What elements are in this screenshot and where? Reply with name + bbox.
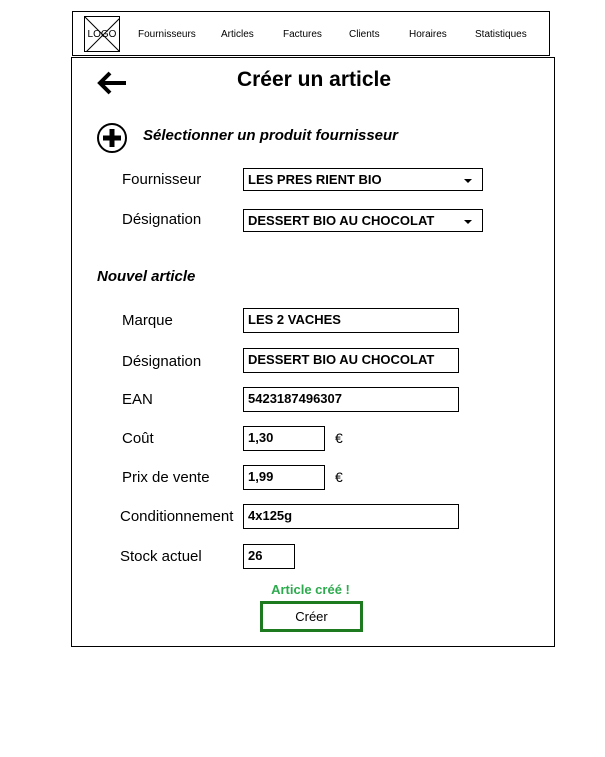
nav-item-fournisseurs[interactable]: Fournisseurs: [138, 29, 196, 40]
create-button[interactable]: Créer: [260, 601, 363, 632]
stock-actuel-label: Stock actuel: [120, 548, 202, 565]
conditionnement-input[interactable]: 4x125g: [243, 504, 459, 529]
marque-label: Marque: [122, 312, 173, 329]
prix-currency: €: [335, 469, 343, 485]
marque-input[interactable]: LES 2 VACHES: [243, 308, 459, 333]
chevron-down-icon: [464, 220, 472, 224]
logo-text: LOGO: [87, 29, 117, 40]
supplier-section-title: Sélectionner un produit fournisseur: [143, 127, 399, 144]
fournisseur-select[interactable]: LES PRES RIENT BIO: [243, 168, 483, 191]
prix-de-vente-input[interactable]: 1,99: [243, 465, 325, 490]
stock-actuel-input[interactable]: 26: [243, 544, 295, 569]
success-message: Article créé !: [271, 582, 350, 597]
designation-input[interactable]: DESSERT BIO AU CHOCOLAT: [243, 348, 459, 373]
create-article-panel: Créer un article Sélectionner un produit…: [71, 57, 555, 647]
add-circle-icon[interactable]: [96, 122, 128, 154]
page-title: Créer un article: [236, 68, 392, 91]
nav-item-horaires[interactable]: Horaires: [409, 29, 447, 40]
supplier-designation-label: Désignation: [122, 211, 202, 228]
supplier-designation-select[interactable]: DESSERT BIO AU CHOCOLAT: [243, 209, 483, 232]
nav-item-clients[interactable]: Clients: [349, 29, 380, 40]
cout-input[interactable]: 1,30: [243, 426, 325, 451]
nav-item-articles[interactable]: Articles: [221, 29, 254, 40]
fournisseur-label: Fournisseur: [122, 171, 202, 188]
fournisseur-select-value: LES PRES RIENT BIO: [248, 172, 382, 187]
conditionnement-label: Conditionnement: [120, 508, 234, 525]
supplier-designation-select-value: DESSERT BIO AU CHOCOLAT: [248, 213, 435, 228]
nav-item-factures[interactable]: Factures: [283, 29, 322, 40]
chevron-down-icon: [464, 179, 472, 183]
cout-label: Coût: [122, 430, 154, 447]
logo[interactable]: LOGO: [84, 16, 120, 52]
cout-currency: €: [335, 430, 343, 446]
designation-label: Désignation: [122, 353, 202, 370]
prix-de-vente-label: Prix de vente: [122, 469, 210, 486]
new-article-section-title: Nouvel article: [97, 268, 196, 285]
ean-input[interactable]: 5423187496307: [243, 387, 459, 412]
top-nav: LOGO Fournisseurs Articles Factures Clie…: [72, 11, 550, 56]
nav-item-statistiques[interactable]: Statistiques: [475, 29, 527, 40]
ean-label: EAN: [122, 391, 153, 408]
